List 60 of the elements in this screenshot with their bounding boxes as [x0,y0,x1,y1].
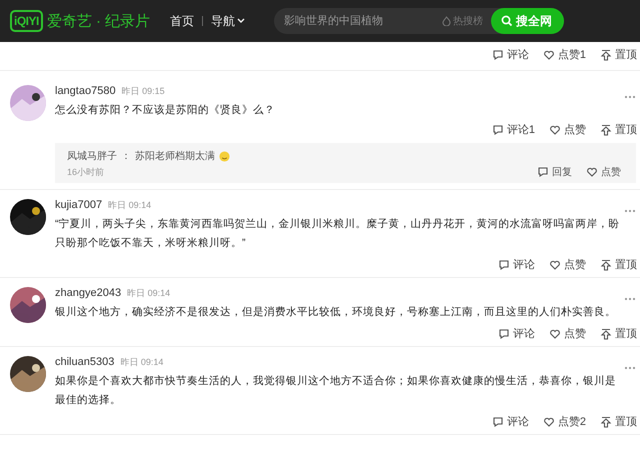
reply-text: 苏阳老师档期太满 [135,150,215,163]
nav-dropdown[interactable]: 导航 [211,12,246,30]
pin-button[interactable]: 置顶 [600,326,637,341]
more-icon[interactable] [624,209,636,213]
heart-icon [586,166,598,178]
comment-text: “宁夏川，两头子尖，东靠黄河西靠吗贺兰山，金川银川米粮川。糜子黄，山丹丹花开，黄河的水流富呀吗富两岸，盼只盼那个吃饭不靠天，米呀米粮川呀。” [55,217,621,251]
pin-top-icon [600,328,612,340]
reply-button[interactable]: 回复 [537,165,572,179]
chevron-down-icon [237,18,246,24]
comment-time: 昨日 09:14 [108,199,152,212]
pin-top-icon [600,258,612,270]
more-icon[interactable] [624,297,636,301]
comment-button[interactable]: 评论 [492,414,529,429]
username[interactable]: kujia7007 [55,199,102,211]
username[interactable]: chiluan5303 [55,356,114,368]
like-button[interactable]: 点赞 [549,257,586,272]
comment-icon [492,416,504,428]
heart-icon [542,416,555,428]
search-icon [501,15,513,27]
comment-time: 昨日 09:15 [122,85,165,98]
pin-top-icon [600,416,612,428]
comment-button[interactable]: 评论 [498,326,535,341]
comment-icon [492,48,504,60]
brand-title: 爱奇艺 · 纪录片 [46,12,150,30]
heart-icon [549,328,561,340]
pin-top-icon [600,48,612,60]
more-icon[interactable] [624,366,636,370]
username[interactable]: langtao7580 [55,85,116,97]
comment-button[interactable]: 评论 [492,47,529,62]
username[interactable]: zhangye2043 [55,287,122,299]
more-icon[interactable] [624,95,636,99]
pin-top-icon [600,124,612,136]
comment-time: 昨日 09:14 [127,287,170,300]
comment-icon [498,258,510,270]
comment-text: 怎么没有苏阳？不应该是苏阳的《贤良》么？ [55,103,276,118]
heart-icon [542,48,555,60]
comment-text: 如果你是个喜欢大都市快节奏生活的人，我觉得银川这个地方不适合你；如果你喜欢健康的慢生活，恭喜你，银川是最佳的选择。 [55,374,617,408]
nav-link[interactable]: 首页 [170,12,194,30]
pin-button[interactable]: 置顶 [600,257,637,272]
pin-button[interactable]: 置顶 [600,47,637,62]
comment-text: 银川这个地方，确实经济不是很发达，但是消费水平比较低，环境良好，号称塞上江南，而且这里的人们朴实善良。 [55,305,617,320]
heart-icon [549,124,561,136]
pin-button[interactable]: 置顶 [600,122,637,137]
comment-time: 昨日 09:14 [120,356,164,369]
reply-username[interactable]: 凤城马胖子 [67,149,117,163]
like-button[interactable]: 点赞 [586,165,621,179]
colon: ： [121,150,131,163]
like-button[interactable]: 点赞2 [542,414,586,429]
logo[interactable]: iQIYI [10,10,43,32]
comment-button[interactable]: 评论1 [492,122,535,137]
comment-icon [498,328,510,340]
pin-button[interactable]: 置顶 [600,414,637,429]
like-button[interactable]: 点赞1 [542,47,586,62]
like-button[interactable]: 点赞 [549,326,586,341]
comment-button[interactable]: 评论 [498,257,535,272]
reply-time: 16小时前 [67,166,104,178]
reply-icon [537,166,549,178]
heart-icon [549,258,561,270]
like-button[interactable]: 点赞 [549,122,586,137]
comment-icon [492,124,504,136]
